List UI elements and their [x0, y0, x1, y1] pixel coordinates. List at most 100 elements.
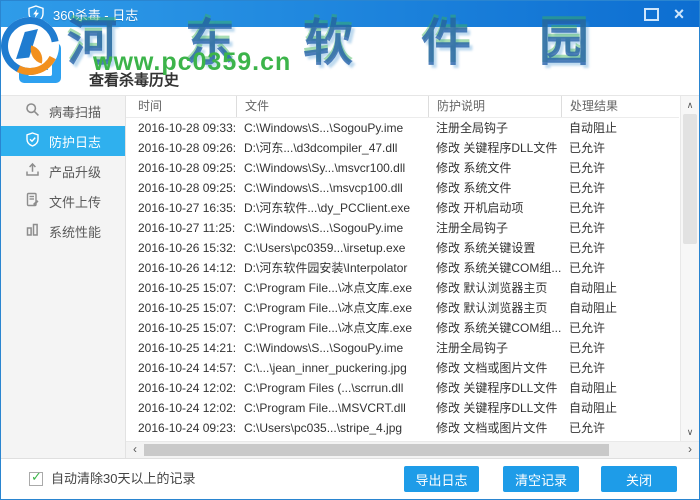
row-time: 2016-10-25 15:07:...: [138, 321, 236, 335]
row-description: 修改 系统文件: [436, 161, 512, 175]
table-row[interactable]: 2016-10-28 09:25:... C:\Windows\S...\msvc…: [126, 178, 679, 198]
row-result: 已允许: [569, 361, 606, 375]
checkmark-icon: ✓: [31, 469, 42, 484]
close-button[interactable]: ×: [665, 1, 693, 27]
row-result: 已允许: [569, 181, 606, 195]
row-result: 自动阻止: [569, 301, 618, 315]
row-file: C:\Windows\S...\SogouPy.ime: [244, 121, 404, 135]
row-file: C:\Program Files (...\scrrun.dll: [244, 381, 404, 395]
table-row[interactable]: 2016-10-25 15:07:... C:\Program File...\冰…: [126, 278, 679, 298]
row-time: 2016-10-27 16:35:...: [138, 201, 236, 215]
row-description: 修改 默认浏览器主页: [436, 281, 548, 295]
app-window: 360杀毒 - 日志 × 查看杀毒历史 您在此可以了解360杀毒运行的历史记录及…: [0, 0, 700, 500]
vertical-scrollbar-thumb[interactable]: [683, 114, 697, 244]
table-row[interactable]: 2016-10-24 09:23:... C:\Users\pc035...\st…: [126, 418, 679, 438]
table-row[interactable]: 2016-10-26 14:12:... D:\河东软件园安装\Interpola…: [126, 258, 679, 278]
row-description: 修改 文档或图片文件: [436, 361, 548, 375]
table-row[interactable]: 2016-10-28 09:26:... D:\河东...\d3dcompiler…: [126, 138, 679, 158]
row-description: 修改 系统关键设置: [436, 241, 536, 255]
sidebar-item-system-performance[interactable]: 系统性能: [1, 216, 125, 246]
sidebar-item-product-upgrade[interactable]: 产品升级: [1, 156, 125, 186]
row-file: C:\Windows\S...\msvcp100.dll: [244, 181, 403, 195]
sidebar-item-protection-log[interactable]: 防护日志: [1, 126, 125, 156]
close-button[interactable]: 关闭: [601, 466, 677, 492]
table-row[interactable]: 2016-10-28 09:33:... C:\Windows\S...\Sogo…: [126, 118, 679, 138]
column-header-4[interactable]: 处理结果: [561, 96, 679, 117]
file-upload-icon: [25, 192, 49, 210]
row-description: 修改 关键程序DLL文件: [436, 401, 558, 415]
scroll-up-icon[interactable]: ∧: [681, 98, 699, 112]
row-time: 2016-10-28 09:25:...: [138, 161, 236, 175]
table-row[interactable]: 2016-10-24 14:57:... C:\...\jean_inner_pu…: [126, 358, 679, 378]
row-file: C:\Windows\S...\SogouPy.ime: [244, 341, 404, 355]
row-file: D:\河东软件园安装\Interpolator: [244, 261, 408, 275]
row-description: 修改 文档或图片文件: [436, 421, 548, 435]
clear-records-button[interactable]: 清空记录: [503, 466, 579, 492]
row-time: 2016-10-24 12:02:...: [138, 401, 236, 415]
table-row[interactable]: 2016-10-24 12:02:... C:\Program Files (..…: [126, 378, 679, 398]
scroll-right-icon[interactable]: ›: [682, 442, 698, 458]
row-time: 2016-10-24 14:57:...: [138, 361, 236, 375]
table-row[interactable]: 2016-10-24 12:02:... C:\Program File...\M…: [126, 398, 679, 418]
vertical-scrollbar[interactable]: ∧ ∨: [680, 96, 699, 441]
scroll-down-icon[interactable]: ∨: [681, 425, 699, 439]
row-time: 2016-10-25 15:07:...: [138, 281, 236, 295]
sidebar-item-label: 病毒扫描: [49, 104, 102, 120]
row-time: 2016-10-28 09:25:...: [138, 181, 236, 195]
row-time: 2016-10-28 09:26:...: [138, 141, 236, 155]
horizontal-scrollbar[interactable]: ‹ ›: [126, 441, 699, 458]
shield-icon: [25, 132, 49, 150]
scroll-left-icon[interactable]: ‹: [127, 442, 143, 458]
row-file: C:\...\jean_inner_puckering.jpg: [244, 361, 407, 375]
row-file: D:\河东软件...\dy_PCClient.exe: [244, 201, 411, 215]
row-file: C:\Windows\S...\SogouPy.ime: [244, 221, 404, 235]
column-header-1[interactable]: 时间: [126, 96, 236, 117]
row-time: 2016-10-28 09:33:...: [138, 121, 236, 135]
row-result: 已允许: [569, 261, 606, 275]
table-row[interactable]: 2016-10-25 15:07:... C:\Program File...\冰…: [126, 298, 679, 318]
sidebar-item-label: 文件上传: [49, 194, 102, 210]
maximize-icon: [643, 7, 659, 21]
row-time: 2016-10-27 11:25:...: [138, 221, 236, 235]
maximize-button[interactable]: [637, 1, 665, 27]
auto-clear-checkbox[interactable]: ✓: [29, 469, 43, 486]
sidebar-item-file-upload[interactable]: 文件上传: [1, 186, 125, 216]
log-document-icon: [19, 43, 61, 83]
row-description: 修改 系统关键COM组...: [436, 261, 561, 275]
page-header: 查看杀毒历史 您在此可以了解360杀毒运行的历史记录及其详细信息。: [1, 27, 699, 109]
export-log-button[interactable]: 导出日志: [404, 466, 479, 492]
table-row[interactable]: 2016-10-25 15:07:... C:\Program File...\冰…: [126, 318, 679, 338]
row-file: C:\Users\pc0359...\irsetup.exe: [244, 241, 406, 255]
row-description: 注册全局钩子: [436, 121, 509, 135]
row-description: 修改 开机启动项: [436, 201, 524, 215]
sidebar-item-label: 系统性能: [49, 224, 102, 240]
sidebar-item-virus-scan[interactable]: 病毒扫描: [1, 96, 125, 126]
row-description: 修改 关键程序DLL文件: [436, 141, 558, 155]
row-time: 2016-10-24 12:02:...: [138, 381, 236, 395]
window-title: 360杀毒 - 日志: [53, 7, 139, 23]
close-icon: ×: [673, 4, 685, 24]
upgrade-icon: [25, 162, 49, 180]
row-result: 自动阻止: [569, 381, 618, 395]
column-header-3[interactable]: 防护说明: [428, 96, 561, 117]
row-description: 注册全局钩子: [436, 341, 509, 355]
table-row[interactable]: 2016-10-27 11:25:... C:\Windows\S...\Sogo…: [126, 218, 679, 238]
table-row[interactable]: 2016-10-25 14:21:... C:\Windows\S...\Sogo…: [126, 338, 679, 358]
row-result: 自动阻止: [569, 281, 618, 295]
row-file: C:\Program File...\MSVCRT.dll: [244, 401, 406, 415]
auto-clear-label[interactable]: 自动清除30天以上的记录: [51, 459, 195, 499]
table-row[interactable]: 2016-10-27 16:35:... D:\河东软件...\dy_PCClie…: [126, 198, 679, 218]
table-header-row: 时间 文件 防护说明 处理结果: [126, 96, 679, 118]
title-bar[interactable]: 360杀毒 - 日志 ×: [1, 1, 699, 27]
horizontal-scrollbar-thumb[interactable]: [144, 444, 609, 456]
row-result: 已允许: [569, 421, 606, 435]
table-row[interactable]: 2016-10-28 09:25:... C:\Windows\Sy...\msv…: [126, 158, 679, 178]
row-file: C:\Users\pc035...\stripe_4.jpg: [244, 421, 403, 435]
row-result: 已允许: [569, 161, 606, 175]
table-row[interactable]: 2016-10-26 15:32:... C:\Users\pc0359...\i…: [126, 238, 679, 258]
row-file: C:\Program File...\冰点文库.exe: [244, 321, 413, 335]
row-result: 已允许: [569, 141, 606, 155]
column-header-2[interactable]: 文件: [236, 96, 428, 117]
row-time: 2016-10-26 15:32:...: [138, 241, 236, 255]
sidebar-item-label: 产品升级: [49, 164, 102, 180]
